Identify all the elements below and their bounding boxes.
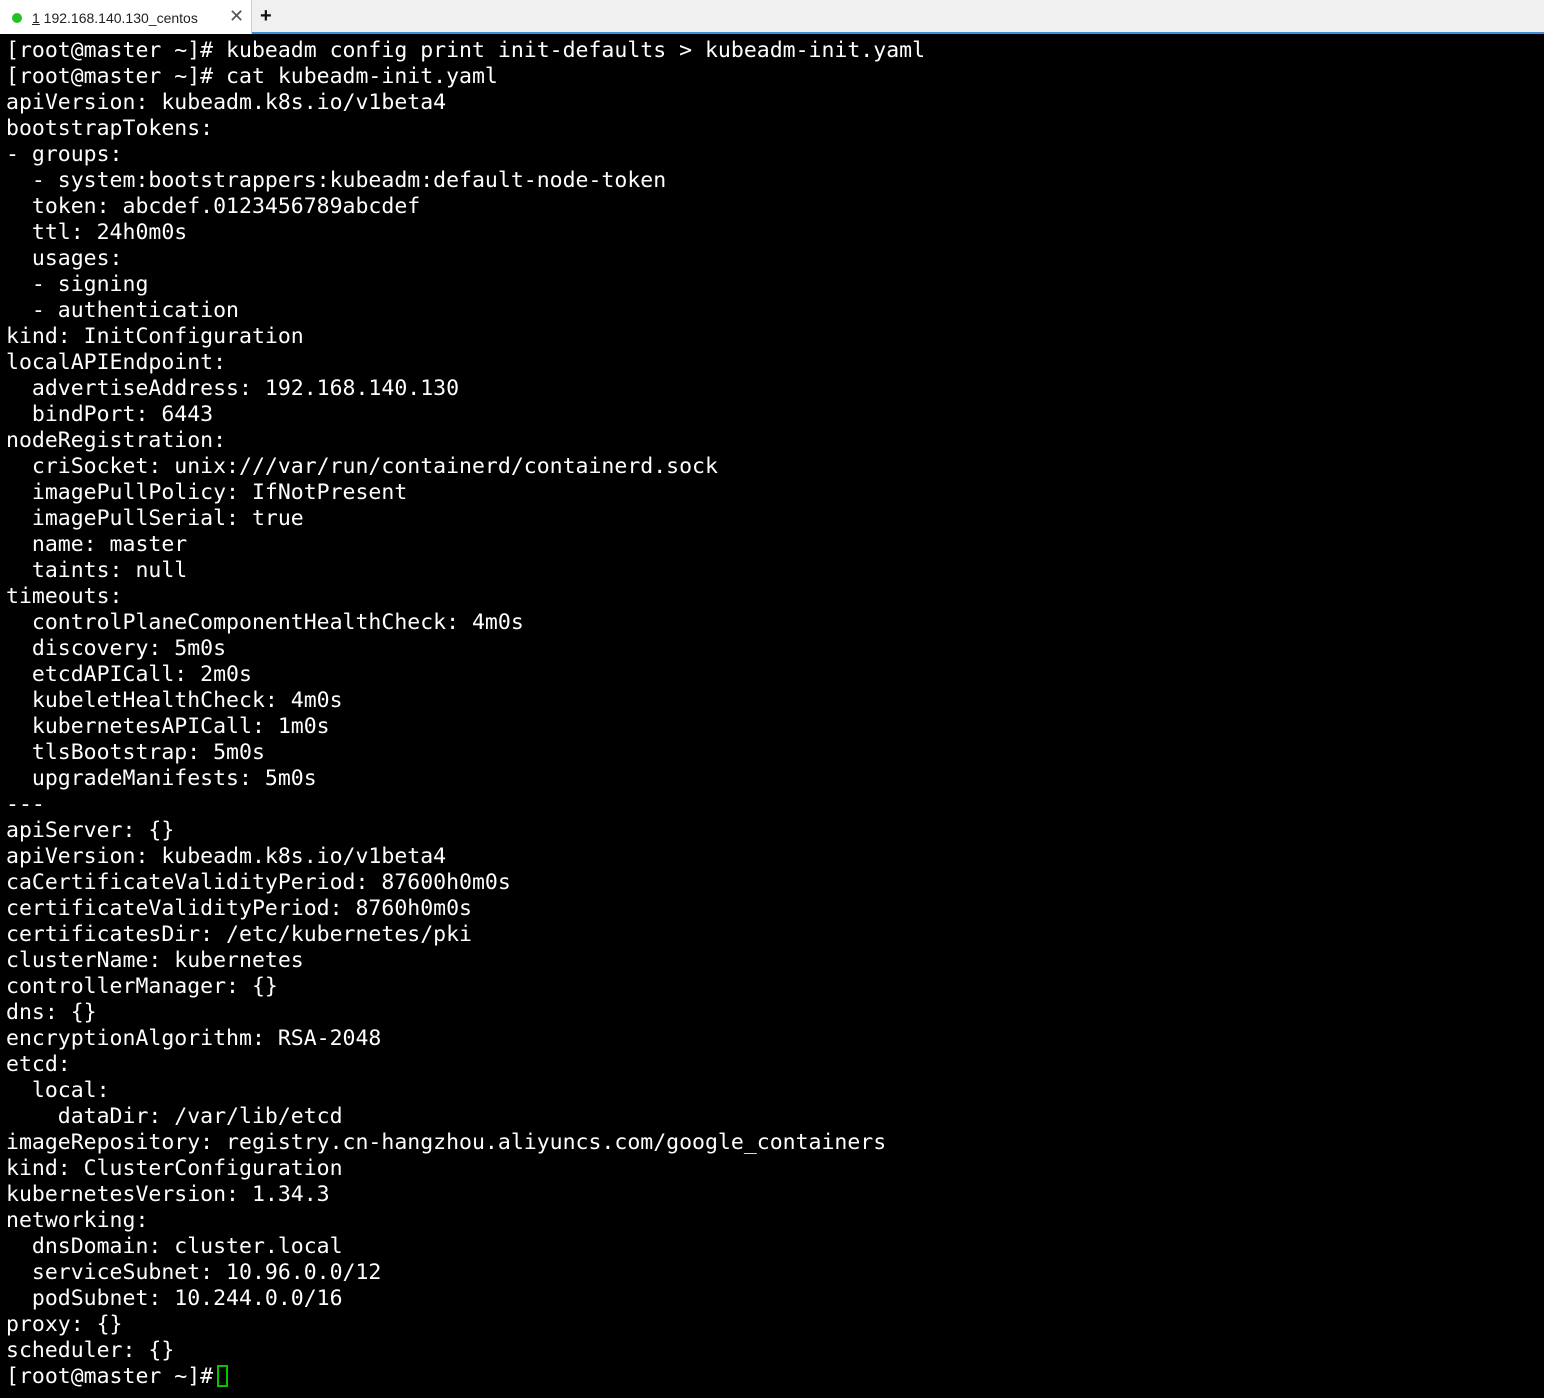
session-tab-number: 1 xyxy=(32,10,40,26)
terminal-line: - signing xyxy=(6,272,149,297)
terminal-line: apiVersion: kubeadm.k8s.io/v1beta4 xyxy=(6,90,447,115)
terminal-line: kind: ClusterConfiguration xyxy=(6,1156,343,1181)
terminal-line: serviceSubnet: 10.96.0.0/12 xyxy=(6,1260,382,1285)
terminal-line: tlsBootstrap: 5m0s xyxy=(6,740,265,765)
terminal-line: etcd: xyxy=(6,1052,71,1077)
terminal-line: imagePullPolicy: IfNotPresent xyxy=(6,480,408,505)
terminal-line: dns: {} xyxy=(6,1000,97,1025)
terminal-line: podSubnet: 10.244.0.0/16 xyxy=(6,1286,343,1311)
terminal-line: upgradeManifests: 5m0s xyxy=(6,766,317,791)
terminal-line: certificateValidityPeriod: 8760h0m0s xyxy=(6,896,472,921)
terminal-line: name: master xyxy=(6,532,188,557)
terminal-line: bindPort: 6443 xyxy=(6,402,214,427)
terminal-output[interactable]: [root@master ~]# kubeadm config print in… xyxy=(0,38,1544,1398)
terminal-prompt-line[interactable]: [root@master ~]# xyxy=(6,1364,1544,1390)
terminal-line: timeouts: xyxy=(6,584,123,609)
terminal-line: localAPIEndpoint: xyxy=(6,350,227,375)
terminal-line: controllerManager: {} xyxy=(6,974,278,999)
terminal-line: kubernetesAPICall: 1m0s xyxy=(6,714,330,739)
terminal-line: apiVersion: kubeadm.k8s.io/v1beta4 xyxy=(6,844,447,869)
terminal-line: taints: null xyxy=(6,558,188,583)
terminal-line: --- xyxy=(6,792,45,817)
new-tab-button[interactable]: + xyxy=(260,4,272,28)
terminal-line: kind: InitConfiguration xyxy=(6,324,304,349)
terminal-line: certificatesDir: /etc/kubernetes/pki xyxy=(6,922,472,947)
terminal-line: advertiseAddress: 192.168.140.130 xyxy=(6,376,460,401)
terminal-line: nodeRegistration: xyxy=(6,428,227,453)
terminal-line: caCertificateValidityPeriod: 87600h0m0s xyxy=(6,870,511,895)
session-tab[interactable]: 1 192.168.140.130_centos ✕ xyxy=(0,0,252,34)
session-tab-title: 192.168.140.130_centos xyxy=(39,10,198,26)
text-cursor xyxy=(217,1365,229,1387)
terminal-line: encryptionAlgorithm: RSA-2048 xyxy=(6,1026,382,1051)
terminal-line: [root@master ~]# kubeadm config print in… xyxy=(6,38,926,63)
terminal-line: dataDir: /var/lib/etcd xyxy=(6,1104,343,1129)
close-tab-icon[interactable]: ✕ xyxy=(229,6,244,26)
terminal-line: discovery: 5m0s xyxy=(6,636,227,661)
terminal-line: kubernetesVersion: 1.34.3 xyxy=(6,1182,330,1207)
terminal-line: - authentication xyxy=(6,298,239,323)
terminal-line: imageRepository: registry.cn-hangzhou.al… xyxy=(6,1130,887,1155)
terminal-line: usages: xyxy=(6,246,123,271)
shell-prompt: [root@master ~]# xyxy=(6,1364,214,1389)
terminal-line: apiServer: {} xyxy=(6,818,175,843)
terminal-line: clusterName: kubernetes xyxy=(6,948,304,973)
terminal-line: bootstrapTokens: xyxy=(6,116,214,141)
terminal-line: - system:bootstrappers:kubeadm:default-n… xyxy=(6,168,667,193)
terminal-line: scheduler: {} xyxy=(6,1338,175,1363)
terminal-line: criSocket: unix:///var/run/containerd/co… xyxy=(6,454,718,479)
terminal-line: [root@master ~]# cat kubeadm-init.yaml xyxy=(6,64,498,89)
terminal-line: etcdAPICall: 2m0s xyxy=(6,662,252,687)
terminal-line: networking: xyxy=(6,1208,149,1233)
terminal-line: ttl: 24h0m0s xyxy=(6,220,188,245)
terminal-line: token: abcdef.0123456789abcdef xyxy=(6,194,421,219)
terminal-line: imagePullSerial: true xyxy=(6,506,304,531)
terminal-line: kubeletHealthCheck: 4m0s xyxy=(6,688,343,713)
terminal-line: dnsDomain: cluster.local xyxy=(6,1234,343,1259)
session-tab-label: 1 192.168.140.130_centos xyxy=(32,10,198,26)
terminal-line: proxy: {} xyxy=(6,1312,123,1337)
connection-status-icon xyxy=(12,13,22,23)
terminal-line: local: xyxy=(6,1078,110,1103)
tab-bar: 1 192.168.140.130_centos ✕ + xyxy=(0,0,1544,34)
terminal-line: controlPlaneComponentHealthCheck: 4m0s xyxy=(6,610,524,635)
terminal-line: - groups: xyxy=(6,142,123,167)
